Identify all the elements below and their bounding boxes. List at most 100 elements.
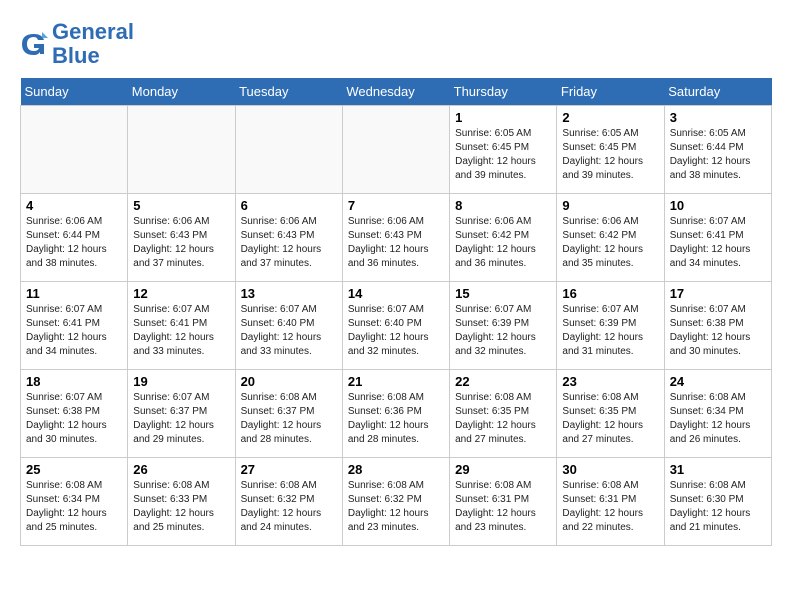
calendar-cell: 4Sunrise: 6:06 AM Sunset: 6:44 PM Daylig… xyxy=(21,194,128,282)
day-info: Sunrise: 6:08 AM Sunset: 6:36 PM Dayligh… xyxy=(348,391,444,447)
day-info: Sunrise: 6:07 AM Sunset: 6:39 PM Dayligh… xyxy=(562,303,658,359)
day-number: 22 xyxy=(455,374,551,389)
calendar-cell xyxy=(21,106,128,194)
calendar-cell: 28 Sunrise: 6:08 AM Sunset: 6:32 PM Dayli… xyxy=(342,458,449,546)
day-info: Sunrise: 6:07 AM Sunset: 6:37 PM Dayligh… xyxy=(133,391,229,447)
day-number: 28 xyxy=(348,462,444,477)
day-number: 7 xyxy=(348,198,444,213)
day-number: 10 xyxy=(670,198,766,213)
calendar-cell: 26 Sunrise: 6:08 AM Sunset: 6:33 PM Dayli… xyxy=(128,458,235,546)
weekday-header-row: SundayMondayTuesdayWednesdayThursdayFrid… xyxy=(21,78,772,106)
calendar-cell: 3Sunrise: 6:05 AM Sunset: 6:44 PM Daylig… xyxy=(664,106,771,194)
day-info: Sunrise: 6:07 AM Sunset: 6:40 PM Dayligh… xyxy=(348,303,444,359)
calendar-cell xyxy=(128,106,235,194)
calendar-cell: 16 Sunrise: 6:07 AM Sunset: 6:39 PM Dayli… xyxy=(557,282,664,370)
weekday-header-saturday: Saturday xyxy=(664,78,771,106)
calendar-cell: 24 Sunrise: 6:08 AM Sunset: 6:34 PM Dayli… xyxy=(664,370,771,458)
day-info: Sunrise: 6:08 AM Sunset: 6:30 PM Dayligh… xyxy=(670,479,766,535)
day-number: 25 xyxy=(26,462,122,477)
day-number: 15 xyxy=(455,286,551,301)
calendar-cell: 14 Sunrise: 6:07 AM Sunset: 6:40 PM Dayli… xyxy=(342,282,449,370)
calendar-cell: 22 Sunrise: 6:08 AM Sunset: 6:35 PM Dayli… xyxy=(450,370,557,458)
calendar-cell: 25 Sunrise: 6:08 AM Sunset: 6:34 PM Dayli… xyxy=(21,458,128,546)
day-info: Sunrise: 6:06 AM Sunset: 6:43 PM Dayligh… xyxy=(133,215,229,271)
calendar-cell: 13 Sunrise: 6:07 AM Sunset: 6:40 PM Dayli… xyxy=(235,282,342,370)
calendar-cell: 19 Sunrise: 6:07 AM Sunset: 6:37 PM Dayli… xyxy=(128,370,235,458)
day-info: Sunrise: 6:08 AM Sunset: 6:31 PM Dayligh… xyxy=(455,479,551,535)
day-info: Sunrise: 6:07 AM Sunset: 6:38 PM Dayligh… xyxy=(670,303,766,359)
calendar-table: SundayMondayTuesdayWednesdayThursdayFrid… xyxy=(20,78,772,546)
day-number: 21 xyxy=(348,374,444,389)
day-number: 3 xyxy=(670,110,766,125)
day-number: 20 xyxy=(241,374,337,389)
day-number: 24 xyxy=(670,374,766,389)
calendar-cell: 2Sunrise: 6:05 AM Sunset: 6:45 PM Daylig… xyxy=(557,106,664,194)
day-number: 29 xyxy=(455,462,551,477)
calendar-week-1: 1 Sunrise: 6:05 AM Sunset: 6:45 PM Daylig… xyxy=(21,106,772,194)
calendar-week-2: 4Sunrise: 6:06 AM Sunset: 6:44 PM Daylig… xyxy=(21,194,772,282)
weekday-header-wednesday: Wednesday xyxy=(342,78,449,106)
day-number: 1 xyxy=(455,110,551,125)
day-number: 30 xyxy=(562,462,658,477)
logo-icon xyxy=(20,30,48,58)
day-info: Sunrise: 6:07 AM Sunset: 6:39 PM Dayligh… xyxy=(455,303,551,359)
day-info: Sunrise: 6:08 AM Sunset: 6:34 PM Dayligh… xyxy=(670,391,766,447)
calendar-cell: 11Sunrise: 6:07 AM Sunset: 6:41 PM Dayli… xyxy=(21,282,128,370)
day-info: Sunrise: 6:06 AM Sunset: 6:42 PM Dayligh… xyxy=(455,215,551,271)
day-number: 26 xyxy=(133,462,229,477)
calendar-cell: 7 Sunrise: 6:06 AM Sunset: 6:43 PM Daylig… xyxy=(342,194,449,282)
calendar-week-3: 11Sunrise: 6:07 AM Sunset: 6:41 PM Dayli… xyxy=(21,282,772,370)
page-header: General Blue xyxy=(20,20,772,68)
day-info: Sunrise: 6:08 AM Sunset: 6:37 PM Dayligh… xyxy=(241,391,337,447)
logo: General Blue xyxy=(20,20,134,68)
calendar-cell: 29 Sunrise: 6:08 AM Sunset: 6:31 PM Dayli… xyxy=(450,458,557,546)
calendar-cell xyxy=(235,106,342,194)
day-info: Sunrise: 6:06 AM Sunset: 6:42 PM Dayligh… xyxy=(562,215,658,271)
weekday-header-sunday: Sunday xyxy=(21,78,128,106)
calendar-week-5: 25 Sunrise: 6:08 AM Sunset: 6:34 PM Dayli… xyxy=(21,458,772,546)
calendar-cell: 1Sunrise: 6:05 AM Sunset: 6:45 PM Daylig… xyxy=(450,106,557,194)
day-info: Sunrise: 6:08 AM Sunset: 6:35 PM Dayligh… xyxy=(562,391,658,447)
day-info: Sunrise: 6:08 AM Sunset: 6:35 PM Dayligh… xyxy=(455,391,551,447)
day-info: Sunrise: 6:08 AM Sunset: 6:32 PM Dayligh… xyxy=(348,479,444,535)
day-number: 19 xyxy=(133,374,229,389)
day-info: Sunrise: 6:08 AM Sunset: 6:33 PM Dayligh… xyxy=(133,479,229,535)
day-info: Sunrise: 6:08 AM Sunset: 6:31 PM Dayligh… xyxy=(562,479,658,535)
day-number: 17 xyxy=(670,286,766,301)
weekday-header-tuesday: Tuesday xyxy=(235,78,342,106)
day-info: Sunrise: 6:06 AM Sunset: 6:43 PM Dayligh… xyxy=(241,215,337,271)
calendar-cell: 23Sunrise: 6:08 AM Sunset: 6:35 PM Dayli… xyxy=(557,370,664,458)
calendar-cell: 18 Sunrise: 6:07 AM Sunset: 6:38 PM Dayli… xyxy=(21,370,128,458)
calendar-cell: 17 Sunrise: 6:07 AM Sunset: 6:38 PM Dayli… xyxy=(664,282,771,370)
weekday-header-thursday: Thursday xyxy=(450,78,557,106)
calendar-cell: 9 Sunrise: 6:06 AM Sunset: 6:42 PM Daylig… xyxy=(557,194,664,282)
day-number: 16 xyxy=(562,286,658,301)
day-number: 27 xyxy=(241,462,337,477)
calendar-cell: 12Sunrise: 6:07 AM Sunset: 6:41 PM Dayli… xyxy=(128,282,235,370)
day-number: 6 xyxy=(241,198,337,213)
calendar-cell: 15 Sunrise: 6:07 AM Sunset: 6:39 PM Dayli… xyxy=(450,282,557,370)
day-number: 18 xyxy=(26,374,122,389)
calendar-cell: 8 Sunrise: 6:06 AM Sunset: 6:42 PM Daylig… xyxy=(450,194,557,282)
day-info: Sunrise: 6:07 AM Sunset: 6:41 PM Dayligh… xyxy=(133,303,229,359)
day-info: Sunrise: 6:05 AM Sunset: 6:45 PM Dayligh… xyxy=(562,127,658,183)
weekday-header-monday: Monday xyxy=(128,78,235,106)
day-info: Sunrise: 6:07 AM Sunset: 6:38 PM Dayligh… xyxy=(26,391,122,447)
calendar-cell: 6 Sunrise: 6:06 AM Sunset: 6:43 PM Daylig… xyxy=(235,194,342,282)
day-info: Sunrise: 6:07 AM Sunset: 6:40 PM Dayligh… xyxy=(241,303,337,359)
calendar-cell: 5 Sunrise: 6:06 AM Sunset: 6:43 PM Daylig… xyxy=(128,194,235,282)
day-info: Sunrise: 6:06 AM Sunset: 6:43 PM Dayligh… xyxy=(348,215,444,271)
day-number: 8 xyxy=(455,198,551,213)
calendar-cell: 20 Sunrise: 6:08 AM Sunset: 6:37 PM Dayli… xyxy=(235,370,342,458)
calendar-week-4: 18 Sunrise: 6:07 AM Sunset: 6:38 PM Dayli… xyxy=(21,370,772,458)
day-number: 13 xyxy=(241,286,337,301)
day-number: 5 xyxy=(133,198,229,213)
calendar-cell: 30 Sunrise: 6:08 AM Sunset: 6:31 PM Dayli… xyxy=(557,458,664,546)
day-info: Sunrise: 6:08 AM Sunset: 6:34 PM Dayligh… xyxy=(26,479,122,535)
calendar-cell: 27 Sunrise: 6:08 AM Sunset: 6:32 PM Dayli… xyxy=(235,458,342,546)
calendar-cell: 21 Sunrise: 6:08 AM Sunset: 6:36 PM Dayli… xyxy=(342,370,449,458)
day-info: Sunrise: 6:08 AM Sunset: 6:32 PM Dayligh… xyxy=(241,479,337,535)
day-number: 9 xyxy=(562,198,658,213)
day-number: 14 xyxy=(348,286,444,301)
day-info: Sunrise: 6:07 AM Sunset: 6:41 PM Dayligh… xyxy=(26,303,122,359)
